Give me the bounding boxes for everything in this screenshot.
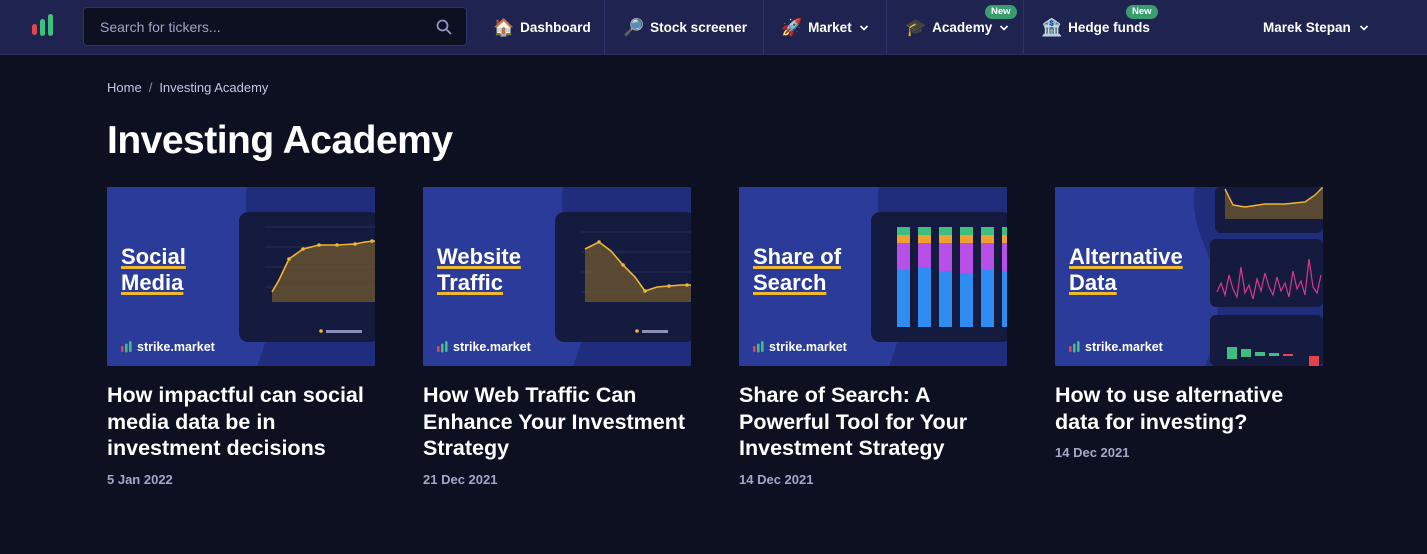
- brand-logo-icon: [437, 340, 448, 352]
- article-thumbnail[interactable]: Alternative Data strike.market: [1055, 187, 1323, 366]
- logo-icon[interactable]: [31, 14, 55, 40]
- bank-icon: 🏦: [1041, 17, 1063, 38]
- rocket-icon: 🚀: [781, 17, 803, 38]
- thumbnail-title: Alternative Data: [1069, 244, 1183, 295]
- user-menu[interactable]: Marek Stepan: [1263, 0, 1369, 55]
- brand-logo-icon: [753, 340, 764, 352]
- breadcrumb: Home / Investing Academy: [107, 80, 268, 95]
- brand-name: strike.market: [453, 340, 531, 354]
- article-date: 21 Dec 2021: [423, 471, 498, 487]
- nav-academy-label: Academy: [932, 20, 993, 35]
- nav-divider: [1023, 0, 1024, 55]
- chevron-down-icon: [859, 24, 868, 31]
- article-date: 5 Jan 2022: [107, 471, 173, 487]
- thumbnail-brand: strike.market: [437, 340, 531, 354]
- article-title[interactable]: How impactful can social media data be i…: [107, 382, 375, 462]
- article-card[interactable]: Alternative Data strike.market How to us…: [1055, 187, 1323, 460]
- thumbnail-brand: strike.market: [1069, 340, 1163, 354]
- article-title[interactable]: Share of Search: A Powerful Tool for You…: [739, 382, 1007, 462]
- chevron-down-icon: [1359, 24, 1368, 31]
- brand-name: strike.market: [1085, 340, 1163, 354]
- nav-stock-screener-label: Stock screener: [650, 20, 747, 35]
- article-date: 14 Dec 2021: [739, 471, 814, 487]
- academy-new-badge: New: [985, 5, 1017, 19]
- article-title[interactable]: How to use alternative data for investin…: [1055, 382, 1323, 435]
- graduation-cap-icon: 🎓: [905, 17, 927, 38]
- brand-logo-icon: [121, 340, 132, 352]
- nav-stock-screener[interactable]: 🔎 Stock screener: [623, 0, 747, 55]
- thumbnail-brand: strike.market: [121, 340, 215, 354]
- nav-dashboard[interactable]: 🏠 Dashboard: [493, 0, 591, 55]
- article-thumbnail[interactable]: Website Traffic strike.market: [423, 187, 691, 366]
- user-name: Marek Stepan: [1263, 20, 1351, 35]
- thumbnail-title: Share of Search: [753, 244, 842, 295]
- hedge-funds-new-badge: New: [1126, 5, 1158, 19]
- brand-name: strike.market: [137, 340, 215, 354]
- search-input[interactable]: [100, 8, 430, 45]
- article-thumbnail[interactable]: Share of Search strike.market: [739, 187, 1007, 366]
- brand-logo-icon: [1069, 340, 1080, 352]
- nav-divider: [604, 0, 605, 55]
- breadcrumb-current: Investing Academy: [159, 80, 269, 95]
- thumbnail-brand: strike.market: [753, 340, 847, 354]
- breadcrumb-home[interactable]: Home: [107, 80, 142, 95]
- nav-hedge-funds-label: Hedge funds: [1068, 20, 1150, 35]
- article-date: 14 Dec 2021: [1055, 445, 1130, 460]
- thumbnail-title: Website Traffic: [437, 244, 521, 295]
- article-thumbnail[interactable]: Social Media strike.market: [107, 187, 375, 366]
- article-card[interactable]: Share of Search strike.market Share of S…: [739, 187, 1007, 487]
- page-title: Investing Academy: [107, 119, 453, 162]
- nav-divider: [763, 0, 764, 55]
- breadcrumb-separator: /: [148, 80, 153, 95]
- article-card[interactable]: Website Traffic strike.market How Web Tr…: [423, 187, 691, 487]
- article-card[interactable]: Social Media strike.market How impactful…: [107, 187, 375, 487]
- search-box: [83, 7, 467, 46]
- magnifier-icon: 🔎: [623, 17, 645, 38]
- nav-market-label: Market: [808, 20, 852, 35]
- nav-divider: [886, 0, 887, 55]
- article-title[interactable]: How Web Traffic Can Enhance Your Investm…: [423, 382, 691, 462]
- nav-dashboard-label: Dashboard: [520, 20, 591, 35]
- house-icon: 🏠: [493, 17, 515, 38]
- nav-market[interactable]: 🚀 Market: [781, 0, 869, 55]
- chevron-down-icon: [1000, 24, 1009, 31]
- thumbnail-title: Social Media: [121, 244, 186, 295]
- search-icon[interactable]: [436, 19, 452, 35]
- top-navbar: 🏠 Dashboard 🔎 Stock screener 🚀 Market 🎓 …: [0, 0, 1427, 55]
- brand-name: strike.market: [769, 340, 847, 354]
